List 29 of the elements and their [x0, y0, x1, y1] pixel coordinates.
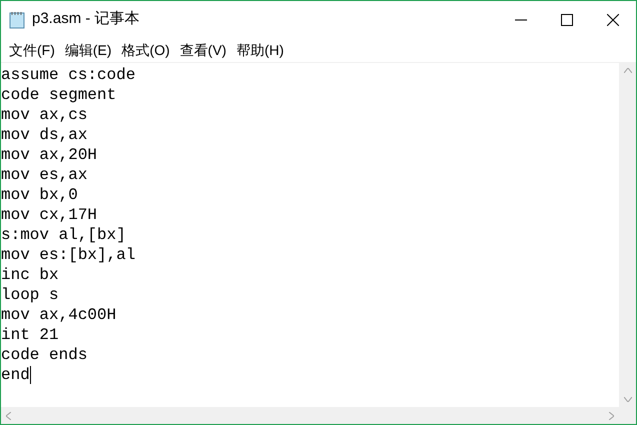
- code-line: int 21: [1, 325, 59, 345]
- close-icon: [607, 14, 619, 26]
- maximize-icon: [561, 14, 573, 26]
- menu-item[interactable]: 帮助(H): [231, 38, 289, 62]
- menu-item[interactable]: 查看(V): [174, 38, 232, 62]
- menu-item[interactable]: 格式(O): [116, 38, 175, 62]
- code-line: inc bx: [1, 265, 59, 285]
- code-line: end: [1, 365, 30, 385]
- text-editor[interactable]: assume cs:code code segment mov ax,cs mov ds,ax mov ax,20H mov es,ax mov bx,0 mov cx,17H s:mov al,[bx] mov es:[bx],al inc bx loop s mov ax,4c00H int 21 code ends end: [1, 63, 619, 407]
- vertical-scrollbar[interactable]: [619, 63, 636, 407]
- code-line: mov ax,4c00H: [1, 305, 116, 325]
- code-line: mov ax,cs: [1, 105, 88, 125]
- code-line: mov bx,0: [1, 185, 78, 205]
- text-cursor: [30, 366, 31, 384]
- code-line: mov cx,17H: [1, 205, 98, 225]
- code-line: mov es:[bx],al: [1, 245, 136, 265]
- code-line: loop s: [1, 285, 59, 305]
- code-line: mov es,ax: [1, 165, 88, 185]
- code-line: mov ax,20H: [1, 145, 98, 165]
- code-line: code ends: [1, 345, 88, 365]
- notepad-icon: [9, 10, 25, 28]
- horizontal-scrollbar[interactable]: [1, 407, 619, 424]
- menu-item[interactable]: 文件(F): [4, 38, 60, 62]
- code-line: s:mov al,[bx]: [1, 225, 126, 245]
- window-title: p3.asm - 记事本: [32, 9, 140, 30]
- code-line: mov ds,ax: [1, 125, 88, 145]
- menu-item[interactable]: 编辑(E): [60, 38, 117, 62]
- code-line: code segment: [1, 85, 116, 105]
- code-line: assume cs:code: [1, 65, 136, 85]
